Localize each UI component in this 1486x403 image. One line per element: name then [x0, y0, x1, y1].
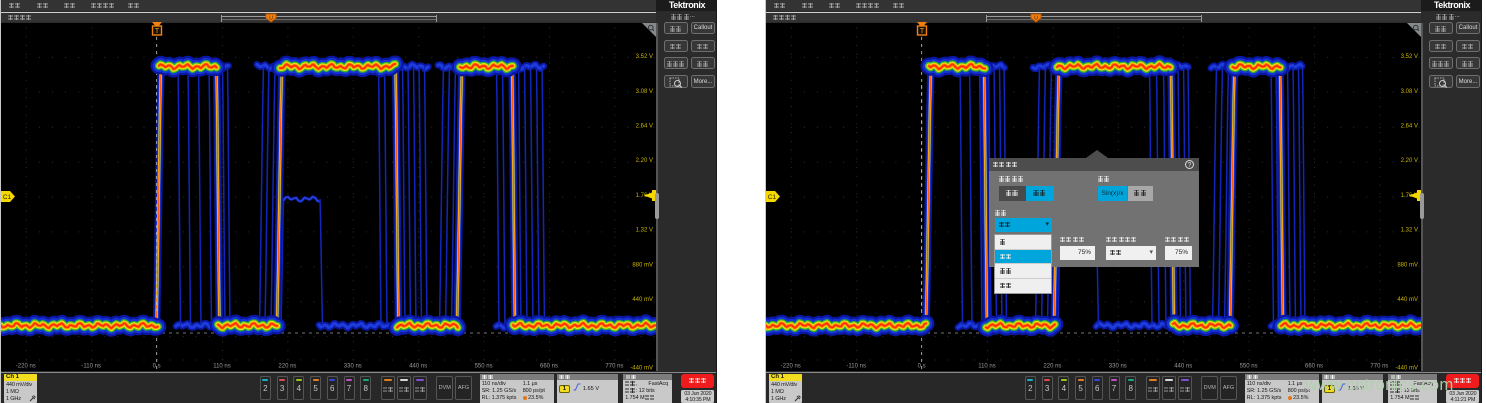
- svg-text:2.20 V: 2.20 V: [1401, 158, 1418, 164]
- svg-text:330 ns: 330 ns: [344, 363, 362, 369]
- svg-text:220 ns: 220 ns: [278, 363, 296, 369]
- svg-text:2.20 V: 2.20 V: [636, 158, 653, 164]
- svg-text:880 mV: 880 mV: [1397, 262, 1418, 268]
- svg-text:-220 ns: -220 ns: [16, 363, 36, 369]
- svg-text:3.08 V: 3.08 V: [636, 88, 653, 94]
- svg-text:440 mV: 440 mV: [632, 297, 653, 303]
- svg-text:2.64 V: 2.64 V: [636, 123, 653, 129]
- svg-text:880 mV: 880 mV: [632, 262, 653, 268]
- svg-text:2.64 V: 2.64 V: [1401, 123, 1418, 129]
- svg-text:3.52 V: 3.52 V: [1401, 54, 1418, 60]
- svg-text:-440 mV: -440 mV: [630, 365, 653, 371]
- svg-text:330 ns: 330 ns: [1109, 363, 1127, 369]
- svg-text:T: T: [155, 28, 160, 35]
- svg-text:770 ns: 770 ns: [1370, 363, 1388, 369]
- svg-text:U: U: [1034, 15, 1038, 21]
- svg-text:770 ns: 770 ns: [605, 363, 623, 369]
- svg-text:110 ns: 110 ns: [213, 363, 231, 369]
- svg-text:440 ns: 440 ns: [1174, 363, 1192, 369]
- svg-text:-220 ns: -220 ns: [781, 363, 801, 369]
- svg-text:660 ns: 660 ns: [1305, 363, 1323, 369]
- svg-text:-110 ns: -110 ns: [846, 363, 866, 369]
- svg-text:3.52 V: 3.52 V: [636, 54, 653, 60]
- svg-text:-110 ns: -110 ns: [81, 363, 101, 369]
- svg-text:0 s: 0 s: [153, 363, 161, 369]
- svg-text:-440 mV: -440 mV: [1395, 365, 1418, 371]
- svg-text:440 mV: 440 mV: [1397, 297, 1418, 303]
- svg-text:T: T: [920, 28, 925, 35]
- svg-text:3.08 V: 3.08 V: [1401, 88, 1418, 94]
- svg-text:0 s: 0 s: [918, 363, 926, 369]
- svg-text:1.32 V: 1.32 V: [1401, 227, 1418, 233]
- svg-text:U: U: [269, 15, 273, 21]
- svg-text:C1: C1: [3, 194, 12, 201]
- svg-text:220 ns: 220 ns: [1043, 363, 1061, 369]
- svg-text:C1: C1: [768, 194, 777, 201]
- svg-text:550 ns: 550 ns: [1240, 363, 1258, 369]
- svg-text:110 ns: 110 ns: [978, 363, 996, 369]
- svg-text:1.32 V: 1.32 V: [636, 227, 653, 233]
- svg-text:660 ns: 660 ns: [540, 363, 558, 369]
- svg-text:550 ns: 550 ns: [475, 363, 493, 369]
- svg-text:440 ns: 440 ns: [409, 363, 427, 369]
